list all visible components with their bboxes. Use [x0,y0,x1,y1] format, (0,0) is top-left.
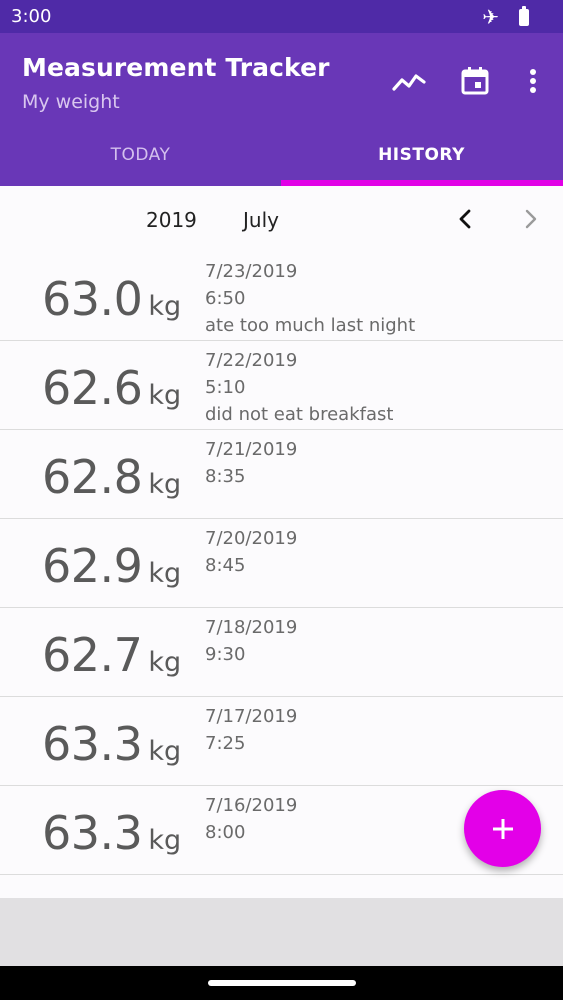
entry-time: 7:25 [205,733,246,754]
entry-meta: 7/23/2019 6:50 ate too much last night [205,258,415,339]
entry-note: ate too much last night [205,315,416,336]
entry-meta: 7/22/2019 5:10 did not eat breakfast [205,347,393,428]
airplane-mode-icon: ✈ [482,5,499,29]
add-entry-button[interactable] [464,790,541,867]
app-bar: Measurement Tracker My weight TODAY HIST… [0,33,563,186]
entry-time: 6:50 [205,288,246,309]
entry-meta: 7/21/2019 8:35 [205,436,297,490]
status-time: 3:00 [11,6,52,27]
list-item[interactable]: 63.0 kg 7/23/2019 6:50 ate too much last … [0,252,563,341]
year-label[interactable]: 2019 [146,208,197,232]
battery-icon [519,5,529,26]
entry-meta: 7/16/2019 8:00 [205,792,297,846]
list-item[interactable]: 62.9 kg 7/20/2019 8:45 [0,519,563,608]
chevron-right-icon[interactable] [521,208,541,230]
entry-date: 7/23/2019 [205,261,298,282]
weight-value: 62.9 kg [42,539,182,593]
entry-time: 8:35 [205,466,246,487]
weight-value: 62.8 kg [42,450,182,504]
entry-time: 8:45 [205,555,246,576]
calendar-icon[interactable] [460,66,490,96]
entry-meta: 7/17/2019 7:25 [205,703,297,757]
history-list: 63.0 kg 7/23/2019 6:50 ate too much last … [0,252,563,875]
weight-value: 63.3 kg [42,717,182,771]
entry-meta: 7/18/2019 9:30 [205,614,297,668]
app-subtitle: My weight [22,91,120,113]
status-bar: 3:00 ✈ [0,0,563,33]
home-indicator[interactable] [208,980,356,986]
chevron-left-icon[interactable] [455,208,475,230]
entry-time: 9:30 [205,644,246,665]
trending-chart-icon[interactable] [392,67,426,95]
entry-date: 7/16/2019 [205,795,298,816]
entry-date: 7/20/2019 [205,528,298,549]
entry-meta: 7/20/2019 8:45 [205,525,297,579]
entry-date: 7/22/2019 [205,350,298,371]
weight-value: 62.6 kg [42,361,182,415]
entry-time: 5:10 [205,377,246,398]
list-item[interactable]: 62.8 kg 7/21/2019 8:35 [0,430,563,519]
status-icons: ✈ [482,5,529,29]
tab-bar: TODAY HISTORY [0,127,563,186]
entry-date: 7/17/2019 [205,706,298,727]
weight-value: 62.7 kg [42,628,182,682]
system-navigation-bar [0,966,563,1000]
list-item[interactable]: 62.6 kg 7/22/2019 5:10 did not eat breakf… [0,341,563,430]
month-selector: 2019 July [0,186,563,252]
bottom-panel [0,898,563,966]
entry-date: 7/21/2019 [205,439,298,460]
entry-date: 7/18/2019 [205,617,298,638]
tab-history[interactable]: HISTORY [281,127,562,183]
list-item[interactable]: 63.3 kg 7/17/2019 7:25 [0,697,563,786]
more-vert-icon[interactable] [523,68,543,94]
list-item[interactable]: 62.7 kg 7/18/2019 9:30 [0,608,563,697]
entry-note: did not eat breakfast [205,404,394,425]
entry-time: 8:00 [205,822,246,843]
month-label[interactable]: July [243,208,279,232]
app-title: Measurement Tracker [22,53,330,82]
weight-value: 63.3 kg [42,806,182,860]
tab-today[interactable]: TODAY [0,127,281,183]
weight-value: 63.0 kg [42,272,182,326]
add-icon [492,818,513,839]
